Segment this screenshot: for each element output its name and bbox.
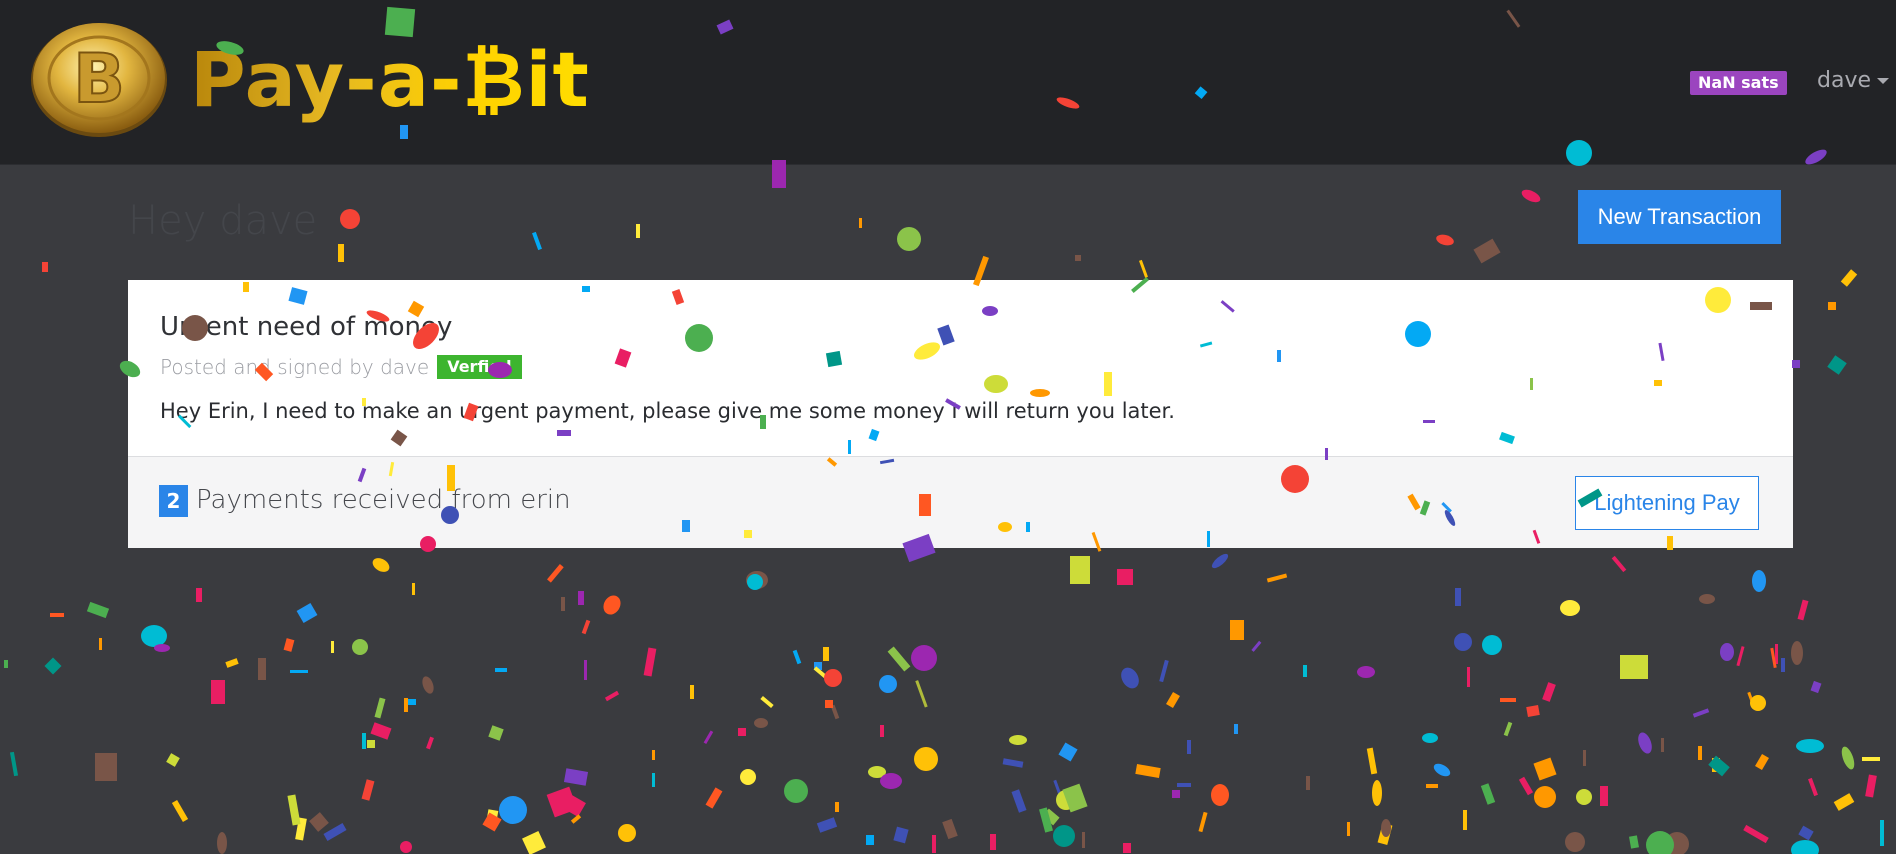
balance-badge: NaN sats	[1690, 71, 1787, 95]
post-meta: Posted and signed by dave Verfied	[160, 353, 522, 381]
greeting-heading: Hey dave	[128, 198, 318, 244]
brand-title[interactable]: Pay-a-₿it	[190, 30, 590, 130]
top-navbar: B Pay-a-₿it NaN sats dave	[0, 0, 1896, 165]
post-body: Hey Erin, I need to make an urgent payme…	[160, 399, 1175, 423]
payments-received-text: Payments received from erin	[196, 485, 571, 515]
post-card: Urgent need of money Posted and signed b…	[128, 280, 1793, 548]
svg-text:B: B	[73, 40, 125, 119]
user-menu-dropdown[interactable]: dave	[1817, 66, 1890, 96]
post-meta-text: Posted and signed by dave	[160, 355, 430, 379]
post-card-footer: 2 Payments received from erin Lightening…	[128, 456, 1793, 548]
caret-down-icon	[1877, 78, 1890, 84]
user-menu-label: dave	[1817, 68, 1872, 93]
lightening-pay-button[interactable]: Lightening Pay	[1575, 476, 1759, 530]
post-card-body: Urgent need of money Posted and signed b…	[128, 280, 1793, 456]
payments-count-badge: 2	[159, 485, 188, 517]
verified-badge: Verfied	[437, 355, 522, 379]
new-transaction-button[interactable]: New Transaction	[1578, 190, 1781, 244]
post-title: Urgent need of money	[160, 312, 453, 342]
bitcoin-coin-icon[interactable]: B	[30, 20, 168, 138]
